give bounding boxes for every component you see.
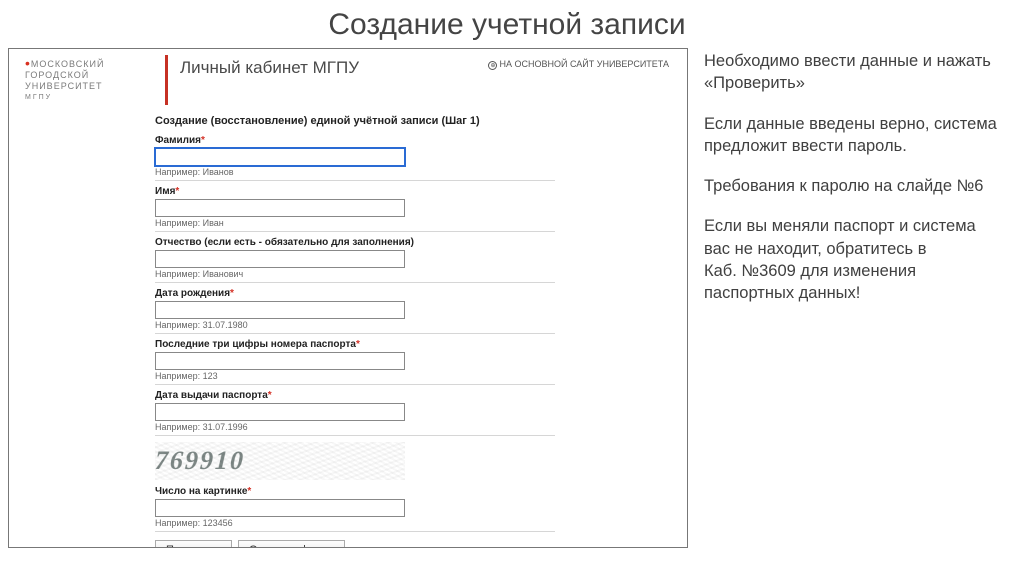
name-hint: Например: Иван	[155, 218, 555, 232]
check-button[interactable]: Проверить	[155, 540, 232, 548]
main-site-link[interactable]: ⊕НА ОСНОВНОЙ САЙТ УНИВЕРСИТЕТА	[488, 59, 669, 70]
divider	[165, 55, 168, 105]
page-header: Личный кабинет МГПУ	[180, 59, 359, 78]
patronymic-label: Отчество (если есть - обязательно для за…	[155, 237, 555, 249]
passport3-hint: Например: 123	[155, 371, 555, 385]
form-title: Создание (восстановление) единой учётной…	[155, 115, 555, 127]
captcha-image: 769910	[155, 442, 405, 480]
passport-date-label: Дата выдачи паспорта*	[155, 390, 555, 402]
passport3-label: Последние три цифры номера паспорта*	[155, 339, 555, 351]
instructions-text: Необходимо ввести данные и нажать «Прове…	[704, 48, 1006, 548]
globe-icon: ⊕	[488, 61, 497, 70]
dob-label: Дата рождения*	[155, 288, 555, 300]
captcha-input[interactable]	[155, 499, 405, 517]
name-label: Имя*	[155, 186, 555, 198]
captcha-label: Число на картинке*	[155, 486, 555, 498]
surname-input[interactable]	[155, 148, 405, 166]
passport3-input[interactable]	[155, 352, 405, 370]
dob-input[interactable]	[155, 301, 405, 319]
name-input[interactable]	[155, 199, 405, 217]
patronymic-input[interactable]	[155, 250, 405, 268]
dob-hint: Например: 31.07.1980	[155, 320, 555, 334]
passport-date-hint: Например: 31.07.1996	[155, 422, 555, 436]
surname-label: Фамилия*	[155, 135, 555, 147]
clear-button[interactable]: Очистить форму	[238, 540, 345, 548]
captcha-hint: Например: 123456	[155, 518, 555, 532]
screenshot-frame: •МОСКОВСКИЙ ГОРОДСКОЙ УНИВЕРСИТЕТ МГПУ Л…	[8, 48, 688, 548]
surname-hint: Например: Иванов	[155, 167, 555, 181]
patronymic-hint: Например: Иванович	[155, 269, 555, 283]
slide-title: Создание учетной записи	[8, 8, 1006, 42]
university-logo: •МОСКОВСКИЙ ГОРОДСКОЙ УНИВЕРСИТЕТ МГПУ	[25, 59, 165, 103]
passport-date-input[interactable]	[155, 403, 405, 421]
